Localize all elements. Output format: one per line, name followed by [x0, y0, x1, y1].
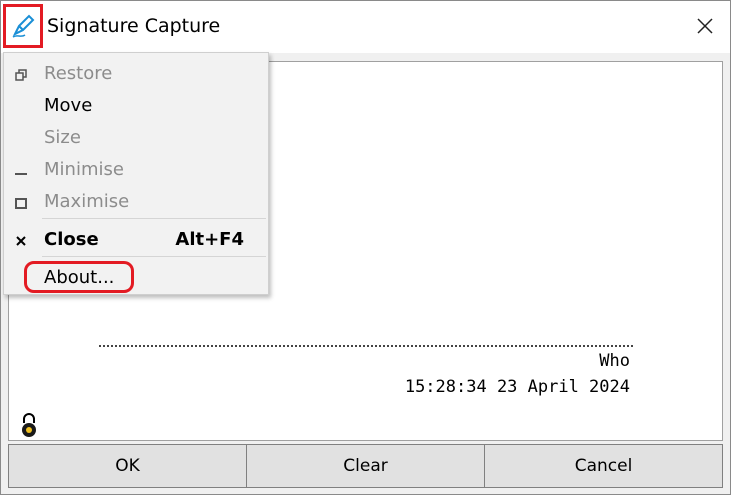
app-pen-icon[interactable]: [3, 4, 43, 48]
cancel-button[interactable]: Cancel: [484, 444, 723, 488]
close-icon: [697, 18, 713, 34]
signature-timestamp: 15:28:34 23 April 2024: [404, 377, 630, 397]
title-bar: Signature Capture: [1, 1, 730, 53]
minimise-icon: [15, 173, 27, 175]
signature-line: [99, 345, 633, 347]
menu-item-restore[interactable]: Restore: [4, 59, 268, 89]
menu-separator: [42, 256, 266, 257]
close-icon: [16, 236, 26, 246]
button-bar: OK Clear Cancel: [8, 444, 723, 488]
close-accelerator: Alt+F4: [175, 229, 244, 250]
window-title: Signature Capture: [47, 15, 221, 37]
signer-name: Who: [599, 351, 630, 371]
maximise-icon: [15, 198, 27, 209]
about-highlight-ring: [24, 261, 134, 293]
menu-item-minimise[interactable]: Minimise: [4, 155, 268, 185]
menu-item-size[interactable]: Size: [4, 123, 268, 153]
window-close-button[interactable]: [694, 15, 716, 37]
restore-icon: [15, 69, 27, 81]
menu-item-move[interactable]: Move: [4, 91, 268, 121]
system-menu: Restore Move Size Minimise Maximise Clos…: [3, 52, 269, 295]
menu-item-maximise[interactable]: Maximise: [4, 187, 268, 217]
ok-button[interactable]: OK: [8, 444, 247, 488]
clear-button[interactable]: Clear: [246, 444, 485, 488]
menu-item-close[interactable]: Close Alt+F4: [4, 225, 268, 255]
menu-separator: [42, 218, 266, 219]
lock-icon: [19, 412, 39, 438]
